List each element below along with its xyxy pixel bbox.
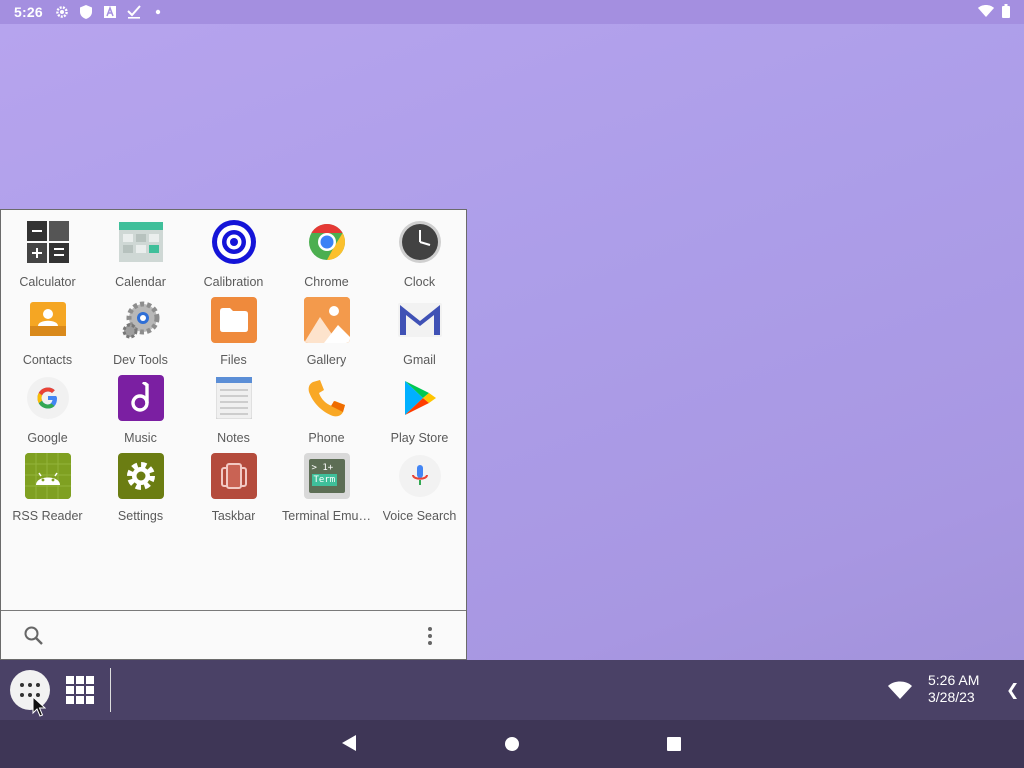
app-chrome[interactable]: Chrome	[280, 218, 373, 296]
app-clock[interactable]: Clock	[373, 218, 466, 296]
app-notes[interactable]: Notes	[187, 374, 280, 452]
app-rss-reader[interactable]: RSS Reader	[1, 452, 94, 530]
shield-icon	[79, 5, 93, 19]
collapse-tray-button[interactable]: ❮	[1006, 680, 1019, 700]
status-time: 5:26	[14, 4, 43, 20]
clock-time: 5:26 AM	[928, 672, 980, 688]
app-files[interactable]: Files	[187, 296, 280, 374]
terminal-icon-line2: Term	[311, 474, 338, 486]
app-label: Gmail	[403, 353, 436, 367]
app-terminal-emulator[interactable]: > 1+ Term Terminal Emu…	[280, 452, 373, 530]
app-gmail[interactable]: Gmail	[373, 296, 466, 374]
taskbar: 5:26 AM 3/28/23 ❮	[0, 660, 1024, 720]
app-label: RSS Reader	[12, 509, 83, 523]
app-label: Calibration	[203, 275, 264, 289]
battery-icon	[1002, 4, 1010, 21]
app-dev-tools[interactable]: Dev Tools	[94, 296, 187, 374]
app-label: Contacts	[22, 353, 73, 367]
notes-icon	[211, 375, 257, 421]
app-label: Taskbar	[211, 509, 256, 523]
app-label: Chrome	[304, 275, 349, 289]
contacts-icon	[25, 297, 71, 343]
settings-icon	[55, 5, 69, 19]
app-contacts[interactable]: Contacts	[1, 296, 94, 374]
voice-search-icon	[397, 453, 443, 499]
dev-tools-icon	[118, 297, 164, 343]
clock-icon	[397, 219, 443, 265]
home-button[interactable]	[505, 737, 519, 751]
app-label: Notes	[217, 431, 250, 445]
app-label: Settings	[117, 509, 164, 523]
app-play-store[interactable]: Play Store	[373, 374, 466, 452]
desktop-grid-icon[interactable]	[66, 676, 94, 704]
app-voice-search[interactable]: Voice Search	[373, 452, 466, 530]
app-label: Google	[27, 431, 68, 445]
app-label: Phone	[308, 431, 345, 445]
app-phone[interactable]: Phone	[280, 374, 373, 452]
google-icon	[25, 375, 71, 421]
app-grid: Calculator Calendar Calibration Chrome C…	[1, 218, 466, 530]
app-calibration[interactable]: Calibration	[187, 218, 280, 296]
app-drawer: Calculator Calendar Calibration Chrome C…	[0, 209, 467, 660]
app-settings[interactable]: Settings	[94, 452, 187, 530]
app-label: Files	[220, 353, 247, 367]
app-label: Play Store	[390, 431, 449, 445]
app-label: Terminal Emu…	[282, 509, 371, 523]
music-icon	[117, 375, 164, 421]
app-label: Voice Search	[382, 509, 457, 523]
app-label: Music	[124, 431, 157, 445]
clock-date: 3/28/23	[928, 689, 975, 705]
search-icon[interactable]	[23, 625, 45, 647]
taskbar-icon	[210, 453, 257, 499]
app-label: Calendar	[115, 275, 166, 289]
app-label: Calculator	[19, 275, 76, 289]
back-button[interactable]	[342, 735, 356, 756]
wifi-icon	[978, 4, 994, 21]
chrome-icon	[304, 219, 350, 265]
play-store-icon	[397, 375, 443, 421]
dot-icon	[151, 5, 165, 19]
rss-reader-icon	[24, 453, 71, 499]
gmail-icon	[397, 297, 443, 343]
taskbar-clock[interactable]: 5:26 AM 3/28/23	[928, 672, 979, 706]
terminal-icon-line1: > 1+	[311, 463, 334, 473]
drawer-bottom-bar	[1, 610, 466, 659]
app-calendar[interactable]: Calendar	[94, 218, 187, 296]
calculator-icon	[25, 219, 71, 265]
gallery-icon	[303, 297, 350, 343]
settings-icon	[117, 453, 164, 499]
wifi-icon[interactable]	[888, 680, 912, 700]
app-label: Clock	[403, 275, 436, 289]
app-label: Dev Tools	[113, 353, 168, 367]
terminal-icon: > 1+ Term	[303, 453, 350, 499]
app-music[interactable]: Music	[94, 374, 187, 452]
more-vert-icon[interactable]	[422, 625, 438, 647]
status-right-icons	[978, 4, 1010, 21]
back-triangle-icon	[342, 735, 356, 751]
calibration-icon	[211, 219, 257, 265]
navigation-bar	[0, 720, 1024, 768]
a-box-icon	[103, 5, 117, 19]
app-gallery[interactable]: Gallery	[280, 296, 373, 374]
app-taskbar[interactable]: Taskbar	[187, 452, 280, 530]
status-icons	[55, 5, 165, 19]
files-icon	[210, 297, 257, 343]
app-calculator[interactable]: Calculator	[1, 218, 94, 296]
phone-icon	[304, 375, 350, 421]
app-google[interactable]: Google	[1, 374, 94, 452]
taskbar-divider	[110, 668, 111, 712]
status-bar: 5:26	[0, 0, 1024, 24]
mouse-cursor-icon	[32, 695, 47, 723]
check-icon	[127, 5, 141, 19]
app-label: Gallery	[306, 353, 347, 367]
recents-button[interactable]	[667, 737, 681, 751]
calendar-icon	[118, 219, 164, 265]
